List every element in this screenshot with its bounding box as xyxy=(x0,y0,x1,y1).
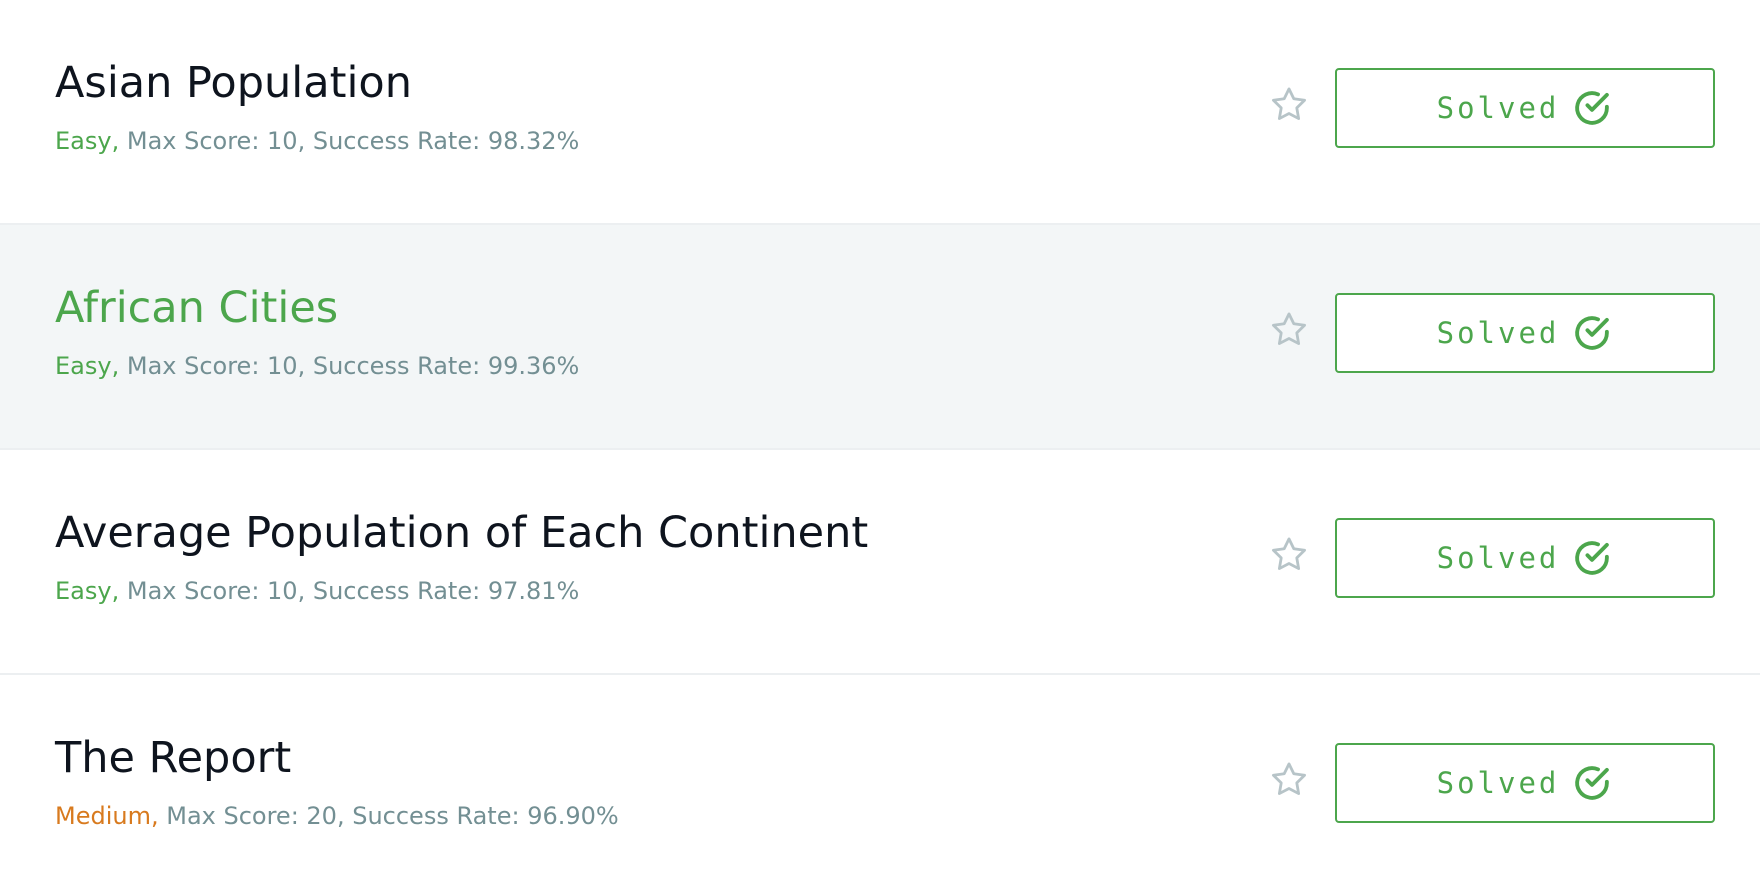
solved-label: Solved xyxy=(1436,541,1560,575)
challenge-row[interactable]: The Report Medium, Max Score: 20, Succes… xyxy=(0,675,1760,886)
challenge-details: Max Score: 10, Success Rate: 97.81% xyxy=(126,577,580,605)
challenge-title[interactable]: The Report xyxy=(55,730,291,786)
solved-label: Solved xyxy=(1436,91,1560,125)
bookmark-star-icon[interactable] xyxy=(1268,309,1310,351)
challenge-row[interactable]: Asian Population Easy, Max Score: 10, Su… xyxy=(0,0,1760,225)
check-circle-icon xyxy=(1575,541,1610,575)
bookmark-star-icon[interactable] xyxy=(1268,84,1310,126)
check-circle-icon xyxy=(1575,91,1610,125)
challenge-list: Asian Population Easy, Max Score: 10, Su… xyxy=(0,0,1760,886)
solved-button[interactable]: Solved xyxy=(1335,68,1715,148)
difficulty-label: Easy, xyxy=(55,352,120,380)
check-circle-icon xyxy=(1575,766,1610,800)
challenge-details: Max Score: 10, Success Rate: 99.36% xyxy=(126,352,580,380)
challenge-meta: Easy, Max Score: 10, Success Rate: 99.36… xyxy=(55,349,579,383)
solved-label: Solved xyxy=(1436,316,1560,350)
challenge-title[interactable]: African Cities xyxy=(55,280,338,336)
difficulty-label: Easy, xyxy=(55,577,120,605)
solved-button[interactable]: Solved xyxy=(1335,743,1715,823)
challenge-title[interactable]: Average Population of Each Continent xyxy=(55,505,868,561)
challenge-details: Max Score: 20, Success Rate: 96.90% xyxy=(166,802,619,830)
solved-label: Solved xyxy=(1436,766,1560,800)
difficulty-label: Medium, xyxy=(55,802,159,830)
bookmark-star-icon[interactable] xyxy=(1268,759,1310,801)
challenge-meta: Easy, Max Score: 10, Success Rate: 97.81… xyxy=(55,574,579,608)
challenge-meta: Easy, Max Score: 10, Success Rate: 98.32… xyxy=(55,124,579,158)
challenge-title[interactable]: Asian Population xyxy=(55,55,412,111)
challenge-details: Max Score: 10, Success Rate: 98.32% xyxy=(126,127,580,155)
bookmark-star-icon[interactable] xyxy=(1268,534,1310,576)
solved-button[interactable]: Solved xyxy=(1335,293,1715,373)
difficulty-label: Easy, xyxy=(55,127,120,155)
challenge-row[interactable]: African Cities Easy, Max Score: 10, Succ… xyxy=(0,225,1760,450)
solved-button[interactable]: Solved xyxy=(1335,518,1715,598)
challenge-meta: Medium, Max Score: 20, Success Rate: 96.… xyxy=(55,799,619,833)
challenge-row[interactable]: Average Population of Each Continent Eas… xyxy=(0,450,1760,675)
check-circle-icon xyxy=(1575,316,1610,350)
